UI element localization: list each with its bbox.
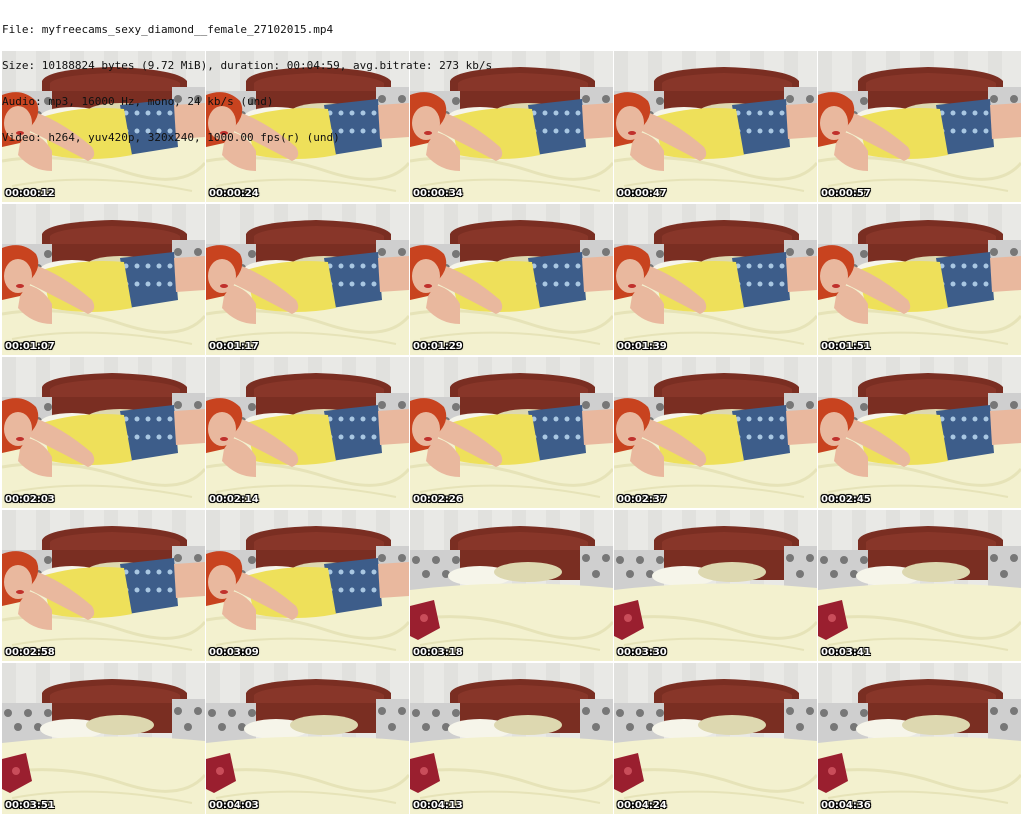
frame-timestamp: 00:00:57 [821,188,871,199]
file-size-line: Size: 10188824 bytes (9.72 MiB), duratio… [2,60,493,72]
video-frame-thumbnail: 00:02:26 [410,357,613,508]
video-info-line: Video: h264, yuv420p, 320x240, 1000.00 f… [2,132,340,144]
video-frame-thumbnail: 00:04:24 [614,663,817,814]
frame-image [410,204,613,355]
frame-timestamp: 00:01:17 [209,341,259,352]
frame-timestamp: 00:01:39 [617,341,667,352]
frame-image [614,663,817,814]
frame-image [206,204,409,355]
video-frame-thumbnail: 00:04:13 [410,663,613,814]
frame-image [206,357,409,508]
frame-timestamp: 00:00:24 [209,188,259,199]
frame-timestamp: 00:04:13 [413,800,463,811]
frame-timestamp: 00:02:45 [821,494,871,505]
frame-timestamp: 00:02:58 [5,647,55,658]
video-frame-thumbnail: 00:04:03 [206,663,409,814]
frame-timestamp: 00:01:07 [5,341,55,352]
frame-image [614,204,817,355]
frame-image [614,357,817,508]
frame-timestamp: 00:04:24 [617,800,667,811]
frame-image [206,663,409,814]
frame-timestamp: 00:00:34 [413,188,463,199]
video-frame-thumbnail: 00:03:30 [614,510,817,661]
frame-image [614,510,817,661]
file-name-line: File: myfreecams_sexy_diamond__female_27… [2,24,334,36]
frame-timestamp: 00:02:14 [209,494,259,505]
frame-image [818,663,1021,814]
frame-timestamp: 00:04:03 [209,800,259,811]
video-frame-thumbnail: 00:03:41 [818,510,1021,661]
frame-image [410,357,613,508]
video-frame-thumbnail: 00:02:03 [2,357,205,508]
video-frame-thumbnail: 00:01:29 [410,204,613,355]
frame-timestamp: 00:00:12 [5,188,55,199]
frame-timestamp: 00:04:36 [821,800,871,811]
frame-image [2,663,205,814]
video-frame-thumbnail: 00:02:58 [2,510,205,661]
frame-image [2,357,205,508]
frame-image [818,510,1021,661]
frame-image [818,204,1021,355]
frame-image [818,357,1021,508]
video-frame-thumbnail: 00:03:51 [2,663,205,814]
frame-image [410,510,613,661]
file-info-header: File: myfreecams_sexy_diamond__female_27… [2,0,1022,156]
video-frame-thumbnail: 00:03:18 [410,510,613,661]
frame-timestamp: 00:02:03 [5,494,55,505]
frame-timestamp: 00:03:09 [209,647,259,658]
frame-image [206,510,409,661]
video-frame-thumbnail: 00:04:36 [818,663,1021,814]
frame-timestamp: 00:00:47 [617,188,667,199]
video-frame-thumbnail: 00:01:51 [818,204,1021,355]
video-frame-thumbnail: 00:01:17 [206,204,409,355]
video-frame-thumbnail: 00:01:39 [614,204,817,355]
frame-timestamp: 00:01:29 [413,341,463,352]
frame-image [410,663,613,814]
audio-info-line: Audio: mp3, 16000 Hz, mono, 24 kb/s (und… [2,96,274,108]
frame-timestamp: 00:02:26 [413,494,463,505]
frame-image [2,204,205,355]
video-frame-thumbnail: 00:03:09 [206,510,409,661]
frame-timestamp: 00:01:51 [821,341,871,352]
frame-timestamp: 00:03:41 [821,647,871,658]
video-frame-thumbnail: 00:02:45 [818,357,1021,508]
frame-image [2,510,205,661]
video-frame-thumbnail: 00:02:14 [206,357,409,508]
frame-timestamp: 00:03:30 [617,647,667,658]
frame-timestamp: 00:03:51 [5,800,55,811]
video-frame-thumbnail: 00:01:07 [2,204,205,355]
frame-timestamp: 00:02:37 [617,494,667,505]
video-frame-thumbnail: 00:02:37 [614,357,817,508]
frame-timestamp: 00:03:18 [413,647,463,658]
